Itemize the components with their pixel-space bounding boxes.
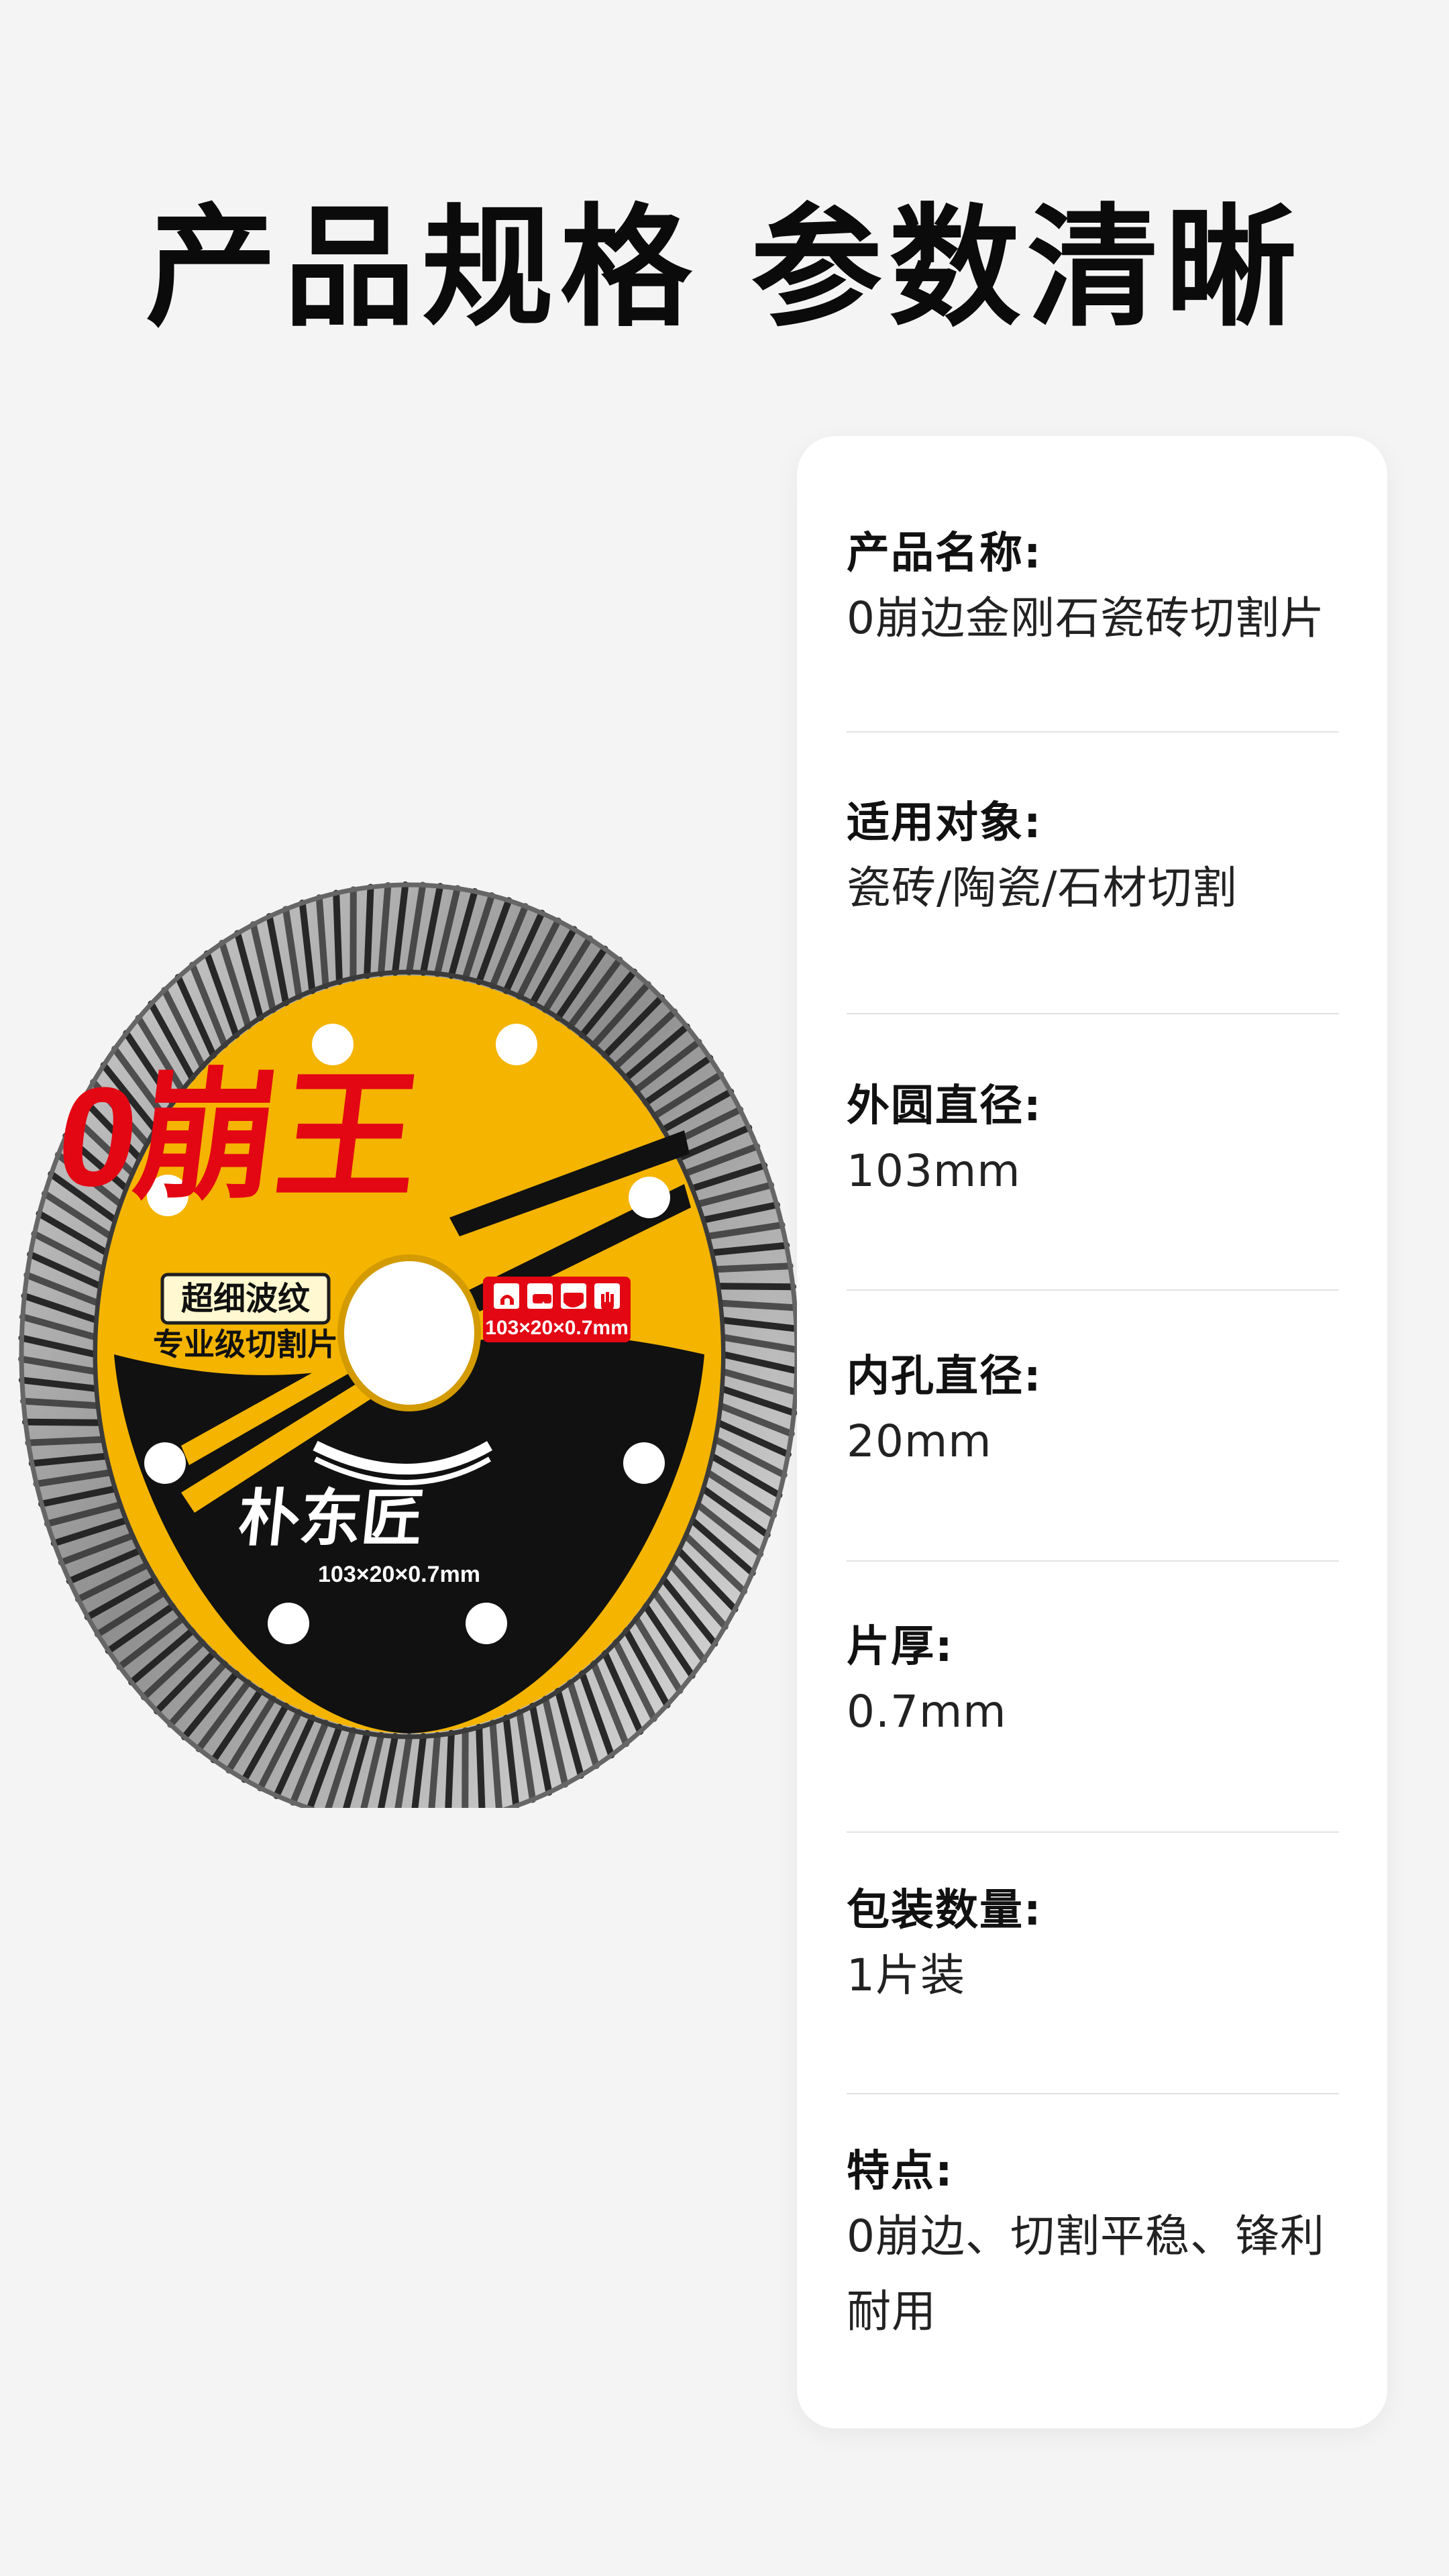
spec-value: 1片装 bbox=[847, 1949, 965, 2001]
center-arbor bbox=[337, 1254, 481, 1411]
page-headline: 产品规格 参数清晰 bbox=[145, 192, 1304, 345]
spec-label: 产品名称: bbox=[847, 529, 1042, 578]
spec-divider bbox=[847, 1831, 1339, 1833]
pattern-label: 超细波纹 bbox=[181, 1280, 311, 1318]
spec-row-thickness: 片厚: 0.7mm bbox=[847, 1619, 1339, 1750]
spec-value: 20mm bbox=[847, 1415, 992, 1467]
spec-divider bbox=[847, 1289, 1339, 1291]
disc-rib bbox=[364, 883, 374, 979]
spec-value: 瓷砖/陶瓷/石材切割 bbox=[847, 862, 1238, 914]
brand-text: 0崩王 bbox=[49, 1058, 429, 1216]
diamond-cutting-disc: 0崩王 超细波纹 专业级切割片 103×20×0.7mm 朴东匠 103×20×… bbox=[18, 881, 800, 1808]
bottom-size-label: 103×20×0.7mm bbox=[318, 1562, 480, 1587]
spec-divider bbox=[847, 1560, 1339, 1562]
spec-label: 片厚: bbox=[847, 1622, 954, 1672]
spec-card: 产品名称: 0崩边金刚石瓷砖切割片 适用对象: 瓷砖/陶瓷/石材切割 外圆直径:… bbox=[797, 436, 1387, 2428]
disc-rib bbox=[476, 1723, 486, 1808]
disc-rib bbox=[712, 1263, 794, 1273]
spec-row-features: 特点: 0崩边、切割平稳、锋利耐用 bbox=[847, 2144, 1339, 2349]
disc-rib bbox=[22, 1418, 104, 1426]
disc-rib bbox=[19, 1397, 102, 1409]
maker-label: 朴东匠 bbox=[235, 1482, 427, 1554]
spec-label: 内孔直径: bbox=[847, 1352, 1042, 1401]
disc-rib bbox=[25, 1436, 107, 1446]
spec-row-target-use: 适用对象: 瓷砖/陶瓷/石材切割 bbox=[847, 796, 1339, 926]
grade-label: 专业级切割片 bbox=[153, 1326, 338, 1362]
disc-rib bbox=[445, 1729, 455, 1808]
goggles-icon bbox=[533, 1294, 551, 1303]
spec-value: 0崩边金刚石瓷砖切割片 bbox=[847, 592, 1325, 644]
spec-value: 103mm bbox=[847, 1145, 1021, 1197]
spec-row-product-name: 产品名称: 0崩边金刚石瓷砖切割片 bbox=[847, 526, 1339, 656]
spec-label: 包装数量: bbox=[847, 1886, 1042, 1935]
spec-label: 外圆直径: bbox=[847, 1081, 1042, 1131]
product-image: 0崩王 超细波纹 专业级切割片 103×20×0.7mm 朴东匠 103×20×… bbox=[13, 869, 805, 1808]
spec-row-inner-diameter: 内孔直径: 20mm bbox=[847, 1349, 1339, 1479]
spec-divider bbox=[847, 2093, 1339, 2094]
spec-value: 0.7mm bbox=[847, 1686, 1007, 1737]
safety-badge: 103×20×0.7mm bbox=[483, 1277, 631, 1342]
spec-row-package-quantity: 包装数量: 1片装 bbox=[847, 1883, 1339, 2013]
spec-divider bbox=[847, 731, 1339, 733]
spec-row-outer-diameter: 外圆直径: 103mm bbox=[847, 1079, 1339, 1209]
disc-rib bbox=[716, 1299, 799, 1311]
disc-rib bbox=[714, 1283, 796, 1291]
spec-label: 适用对象: bbox=[847, 798, 1042, 848]
size-badge: 103×20×0.7mm bbox=[485, 1317, 629, 1339]
disc-rib bbox=[333, 890, 343, 985]
gloves-icon bbox=[601, 1292, 614, 1309]
spec-value: 0崩边、切割平稳、锋利耐用 bbox=[847, 2210, 1325, 2337]
spec-label: 特点: bbox=[847, 2147, 954, 2196]
spec-divider bbox=[847, 1013, 1339, 1014]
